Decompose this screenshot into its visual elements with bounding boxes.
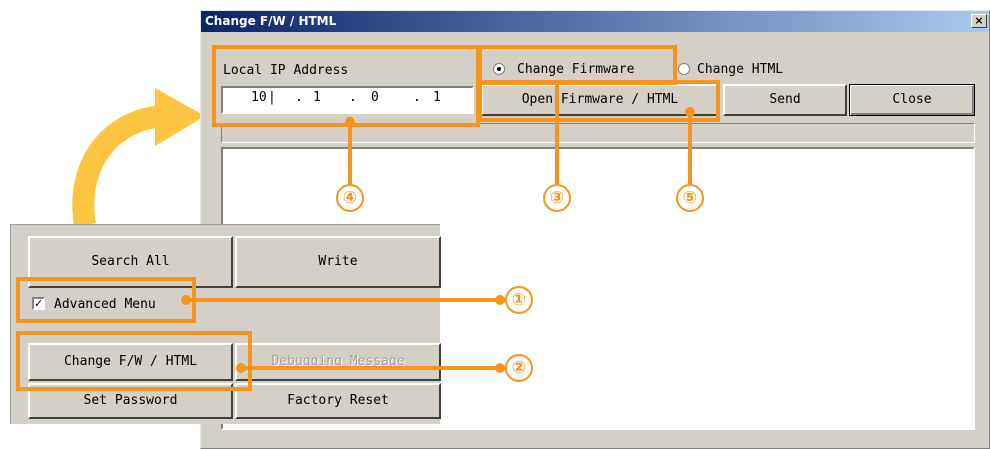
- send-button[interactable]: Send: [723, 84, 847, 116]
- radio-change-html[interactable]: [678, 63, 690, 75]
- callout-5: ⑤: [676, 184, 704, 212]
- factory-reset-button[interactable]: Factory Reset: [235, 383, 441, 419]
- leader-line: [555, 83, 559, 184]
- main-panel: Search All Write ✓ Advanced Menu Change …: [10, 224, 441, 424]
- write-button[interactable]: Write: [235, 236, 441, 288]
- debugging-message-button: Debugging Message: [235, 343, 441, 381]
- callout-1: ①: [505, 286, 533, 314]
- callout-4: ④: [336, 184, 364, 212]
- leader-line: [186, 298, 506, 302]
- highlight-local-ip: [212, 45, 480, 127]
- leader-dot: [495, 363, 505, 373]
- close-button[interactable]: Close: [849, 84, 975, 116]
- leader-dot: [685, 107, 695, 117]
- leader-dot: [236, 363, 246, 373]
- highlight-change-firmware: [478, 45, 677, 85]
- leader-dot: [345, 117, 355, 127]
- leader-dot: [495, 295, 505, 305]
- title-bar: Change F/W / HTML ×: [201, 11, 989, 32]
- highlight-change-fw-button: [16, 331, 252, 391]
- radio-change-html-label[interactable]: Change HTML: [697, 62, 783, 78]
- callout-3: ③: [543, 184, 571, 212]
- highlight-advanced-menu: [16, 277, 196, 323]
- leader-dot: [181, 295, 191, 305]
- leader-line: [348, 122, 352, 184]
- leader-line: [688, 112, 692, 184]
- callout-2: ②: [505, 354, 533, 382]
- close-icon[interactable]: ×: [971, 14, 987, 28]
- dialog-title: Change F/W / HTML: [205, 14, 337, 28]
- highlight-open-button: [478, 80, 720, 122]
- leader-line: [242, 366, 508, 370]
